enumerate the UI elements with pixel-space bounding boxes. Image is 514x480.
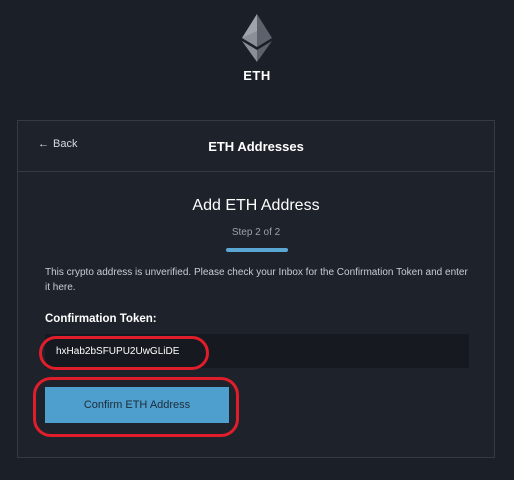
step-label: Step 2 of 2	[231, 227, 281, 238]
panel-header: ← Back ETH Addresses	[18, 121, 494, 172]
coin-symbol: ETH	[243, 68, 271, 83]
panel-title: ETH Addresses	[208, 138, 304, 154]
confirmation-token-input[interactable]	[45, 334, 469, 368]
step-progress-bar	[226, 248, 288, 252]
token-label: Confirmation Token:	[45, 313, 157, 325]
back-link[interactable]: ← Back	[38, 138, 77, 150]
coin-logo: ETH	[0, 14, 514, 83]
confirm-address-button[interactable]: Confirm ETH Address	[45, 387, 229, 423]
back-label: Back	[53, 138, 78, 150]
ethereum-icon	[242, 14, 272, 62]
arrow-left-icon: ←	[38, 138, 49, 150]
address-panel: ← Back ETH Addresses Add ETH Address Ste…	[17, 120, 495, 458]
info-text: This crypto address is unverified. Pleas…	[45, 267, 468, 293]
form-title: Add ETH Address	[192, 197, 320, 214]
